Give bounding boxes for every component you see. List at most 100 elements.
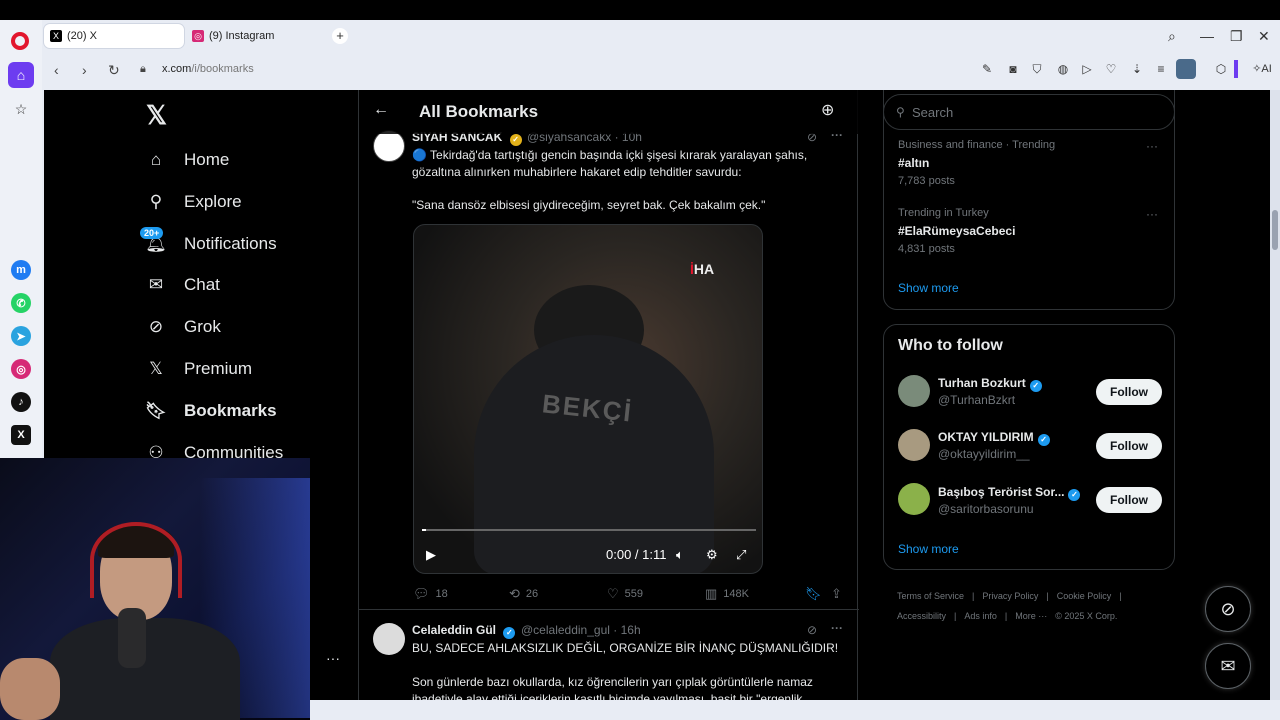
page-scrollbar[interactable] <box>1270 90 1280 700</box>
video-progress-bar[interactable] <box>422 529 756 531</box>
post-author-name[interactable]: Celaleddin Gül ✓ <box>412 623 516 639</box>
view-count: 148K <box>723 588 749 600</box>
close-window-button[interactable]: ✕ <box>1258 28 1270 45</box>
extensions-icon[interactable]: ⬡ <box>1214 62 1228 76</box>
back-arrow-icon[interactable]: ← <box>373 101 389 119</box>
grok-fab-icon[interactable]: ⊘ <box>1205 586 1251 632</box>
follow-name[interactable]: OKTAY YILDIRIM ✓ <box>938 430 1050 446</box>
post[interactable]: SIYAH SANCAK ✓ @siyahsancakx · 10h ⊘ ···… <box>359 126 859 610</box>
footer-terms-link[interactable]: Terms of Service <box>897 591 964 601</box>
avatar[interactable] <box>898 375 930 407</box>
more-options-icon[interactable]: ··· <box>831 621 843 635</box>
tab-instagram[interactable]: ◎ (9) Instagram <box>186 24 326 48</box>
footer-accessibility-link[interactable]: Accessibility <box>897 611 946 621</box>
edit-icon[interactable]: ✎ <box>980 62 994 76</box>
nav-label: Notifications <box>184 234 277 253</box>
camera-icon[interactable]: ◙ <box>1006 62 1020 76</box>
show-more-link[interactable]: Show more <box>898 542 959 556</box>
footer-ads-link[interactable]: Ads info <box>964 611 997 621</box>
menu-icon[interactable]: ≡ <box>1154 62 1168 76</box>
reload-icon[interactable]: ↻ <box>108 62 120 79</box>
nav-explore[interactable]: ⚲ Explore <box>146 190 242 214</box>
follow-name[interactable]: Turhan Bozkurt ✓ <box>938 376 1042 392</box>
nav-label: Chat <box>184 275 220 294</box>
home-speed-dial-icon[interactable]: ⌂ <box>8 62 34 88</box>
messages-fab-icon[interactable]: ✉ <box>1205 643 1251 689</box>
minimize-button[interactable]: — <box>1200 28 1214 44</box>
follow-button[interactable]: Follow <box>1096 379 1162 405</box>
pinboard-icon[interactable]: ☆ <box>8 96 34 122</box>
follow-button[interactable]: Follow <box>1096 487 1162 513</box>
follow-button[interactable]: Follow <box>1096 433 1162 459</box>
avatar[interactable] <box>898 429 930 461</box>
bookmark-button[interactable]: 🔖︎ <box>805 586 828 602</box>
fullscreen-icon[interactable]: ⤢ <box>736 547 746 563</box>
footer-more-link[interactable]: More ··· <box>1015 611 1047 621</box>
notifications-badge: 20+ <box>140 227 164 239</box>
play-icon[interactable]: ▷ <box>1080 62 1094 76</box>
tab-x[interactable]: X (20) X <box>44 24 184 48</box>
nav-chat[interactable]: ✉ Chat <box>146 273 220 297</box>
instagram-icon[interactable]: ◎ <box>11 359 31 379</box>
shield-icon[interactable]: ⛉ <box>1030 62 1044 76</box>
views-button[interactable]: ▥ 148K <box>705 586 749 602</box>
trend-more-icon[interactable]: ··· <box>1146 207 1158 221</box>
telegram-icon[interactable]: ➤ <box>11 326 31 346</box>
back-button[interactable]: ‹ <box>54 62 59 78</box>
account-more-icon[interactable]: ··· <box>326 650 340 666</box>
avatar[interactable] <box>898 483 930 515</box>
nav-notifications[interactable]: 🔔︎ Notifications <box>145 232 277 256</box>
nav-grok[interactable]: ⊘ Grok <box>146 315 221 339</box>
like-button[interactable]: ♡ 559 <box>607 586 643 602</box>
download-icon[interactable]: ⇣ <box>1130 62 1144 76</box>
x-app-icon[interactable]: X <box>11 425 31 445</box>
settings-gear-icon[interactable]: ⚙ <box>706 547 718 563</box>
video-player[interactable]: BEKÇİ İHA ▶ 0:00 / 1:11 🔈︎ ⚙ ⤢ <box>413 224 763 574</box>
tab-search-icon[interactable]: ⌕ <box>1168 28 1176 45</box>
trend-name[interactable]: #ElaRümeysaCebeci <box>898 224 1015 238</box>
share-button[interactable]: ⇪ <box>831 586 848 602</box>
nav-bookmarks[interactable]: 🔖︎ Bookmarks <box>145 399 277 423</box>
trend-more-icon[interactable]: ··· <box>1146 139 1158 153</box>
home-icon: ⌂ <box>150 150 162 169</box>
opera-logo-icon[interactable] <box>11 32 29 50</box>
new-tab-button[interactable]: + <box>332 28 348 44</box>
trend-name[interactable]: #altın <box>898 156 929 170</box>
footer-privacy-link[interactable]: Privacy Policy <box>982 591 1038 601</box>
grok-explain-icon[interactable]: ⊘ <box>807 623 817 637</box>
show-more-link[interactable]: Show more <box>898 281 959 295</box>
ai-button[interactable]: ✧AI <box>1250 62 1274 76</box>
top-black-bar <box>0 0 1280 20</box>
add-folder-icon[interactable]: ⊕ <box>821 100 834 120</box>
heart-icon[interactable]: ♡ <box>1104 62 1118 76</box>
avatar[interactable] <box>373 623 405 655</box>
nav-home[interactable]: ⌂ Home <box>146 148 230 172</box>
scrollbar-thumb[interactable] <box>1272 210 1278 250</box>
repost-button[interactable]: ⟲ 26 <box>509 586 538 602</box>
post[interactable]: Celaleddin Gül ✓ @celaleddin_gul · 16h ⊘… <box>359 611 859 700</box>
messenger-icon[interactable]: m <box>11 260 31 280</box>
play-icon[interactable]: ▶ <box>426 547 436 563</box>
volume-icon[interactable]: 🔈︎ <box>676 547 684 563</box>
x-logo-icon[interactable]: 𝕏 <box>146 100 167 131</box>
tiktok-icon[interactable]: ♪ <box>11 392 31 412</box>
nav-premium[interactable]: 𝕏 Premium <box>146 357 252 381</box>
bookmark-icon: 🔖︎ <box>145 401 167 420</box>
reply-button[interactable]: 💬︎ 18 <box>413 586 448 602</box>
reply-icon: 💬︎ <box>413 586 430 601</box>
forward-button[interactable]: › <box>82 62 87 78</box>
whatsapp-icon[interactable]: ✆ <box>11 293 31 313</box>
footer-cookie-link[interactable]: Cookie Policy <box>1057 591 1112 601</box>
maximize-button[interactable]: ❐ <box>1230 28 1243 45</box>
post-handle[interactable]: @celaleddin_gul · 16h <box>521 623 641 637</box>
video-progress-fill <box>422 529 426 531</box>
profile-avatar[interactable] <box>1176 59 1196 79</box>
webcam-overlay <box>0 458 310 720</box>
footer-separator: | <box>1004 611 1008 621</box>
follow-name[interactable]: Başıboş Terörist Sor... ✓ <box>938 485 1081 501</box>
vpn-icon[interactable]: ◍ <box>1056 62 1070 76</box>
nav-label: Bookmarks <box>184 401 277 420</box>
avatar[interactable] <box>373 130 405 162</box>
url-field[interactable]: x.com/i/bookmarks <box>162 63 254 75</box>
microphone-icon <box>118 608 146 668</box>
